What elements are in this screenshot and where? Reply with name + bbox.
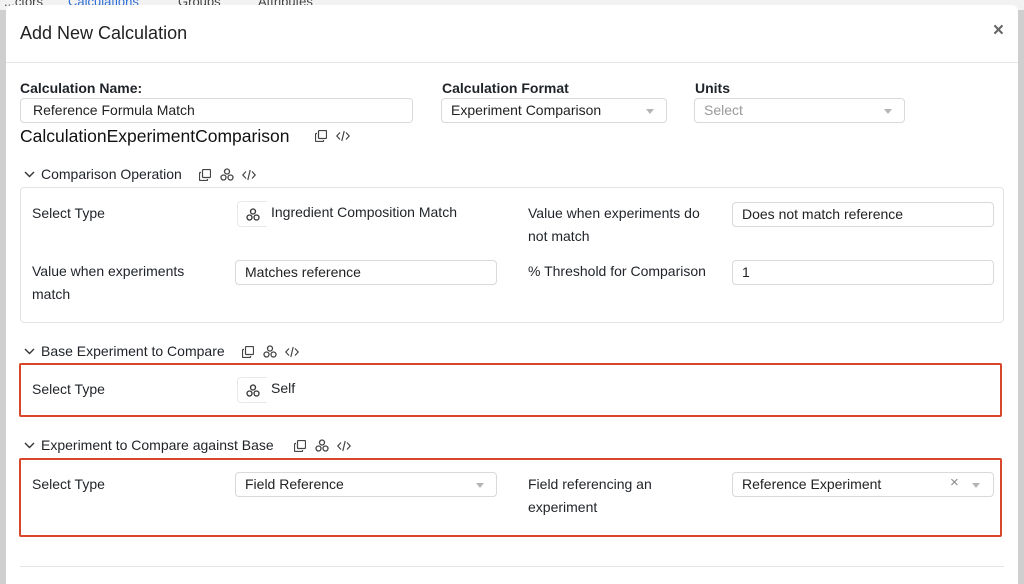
base-experiment-title: Base Experiment to Compare xyxy=(41,343,225,359)
chevron-down-icon xyxy=(24,348,35,355)
modal-title: Add New Calculation xyxy=(20,23,188,43)
tree-icon xyxy=(246,384,260,397)
base-experiment-panel xyxy=(19,363,1002,417)
type-icon-box[interactable] xyxy=(237,201,267,227)
calculation-format-label: Calculation Format xyxy=(442,80,569,96)
code-icon[interactable] xyxy=(336,130,350,144)
chevron-down-icon xyxy=(972,483,980,488)
no-match-label-line: not match xyxy=(528,228,590,244)
chevron-down-icon xyxy=(24,442,35,449)
calculation-format-value: Experiment Comparison xyxy=(451,102,602,118)
tree-icon[interactable] xyxy=(315,439,329,453)
compare-type-value: Field Reference xyxy=(245,476,344,492)
code-icon[interactable] xyxy=(337,440,351,454)
units-label: Units xyxy=(695,80,730,96)
field-reference-label-line: Field referencing an xyxy=(528,476,652,492)
calculation-name-input[interactable]: Reference Formula Match xyxy=(20,98,413,123)
chevron-down-icon xyxy=(646,109,654,114)
code-icon[interactable] xyxy=(285,346,299,360)
match-label-line: match xyxy=(32,286,71,302)
copy-icon[interactable] xyxy=(199,169,213,183)
units-placeholder: Select xyxy=(704,102,743,118)
copy-icon[interactable] xyxy=(242,346,256,360)
code-icon[interactable] xyxy=(242,169,256,183)
copy-icon[interactable] xyxy=(315,130,329,144)
chevron-down-icon xyxy=(476,483,484,488)
select-type-label: Select Type xyxy=(32,381,105,397)
field-reference-value: Reference Experiment xyxy=(742,476,882,492)
select-type-label: Select Type xyxy=(32,476,105,492)
match-value-input[interactable]: Matches reference xyxy=(235,260,497,285)
field-reference-label: Field referencing an experiment xyxy=(528,473,652,519)
copy-icon[interactable] xyxy=(294,440,308,454)
compare-against-title: Experiment to Compare against Base xyxy=(41,437,274,453)
no-match-label: Value when experiments do not match xyxy=(528,202,700,248)
compare-type-select[interactable]: Field Reference xyxy=(235,472,497,497)
match-label: Value when experiments match xyxy=(32,260,184,306)
no-match-label-line: Value when experiments do xyxy=(528,205,700,221)
calculation-type-title: CalculationExperimentComparison xyxy=(20,126,290,146)
threshold-input[interactable]: 1 xyxy=(732,260,994,285)
tree-icon xyxy=(246,208,260,221)
threshold-label: % Threshold for Comparison xyxy=(528,263,706,279)
tree-icon[interactable] xyxy=(263,345,277,359)
add-calculation-modal: Add New Calculation × Calculation Name: … xyxy=(6,5,1018,584)
calculation-name-label: Calculation Name: xyxy=(20,80,143,96)
select-type-value: Self xyxy=(271,380,296,396)
no-match-value-input[interactable]: Does not match reference xyxy=(732,202,994,227)
type-icon-box[interactable] xyxy=(237,377,267,403)
units-select[interactable]: Select xyxy=(694,98,905,123)
clear-icon[interactable]: × xyxy=(950,474,959,491)
calculation-format-select[interactable]: Experiment Comparison xyxy=(441,98,667,123)
chevron-down-icon xyxy=(884,109,892,114)
field-reference-label-line: experiment xyxy=(528,499,598,515)
close-button[interactable]: × xyxy=(993,21,1004,41)
chevron-down-icon xyxy=(24,171,35,178)
modal-header: Add New Calculation × xyxy=(6,5,1018,63)
select-type-label: Select Type xyxy=(32,205,105,221)
match-label-line: Value when experiments xyxy=(32,263,185,279)
divider xyxy=(20,566,1004,567)
select-type-value: Ingredient Composition Match xyxy=(271,204,457,220)
compare-against-panel xyxy=(19,458,1002,537)
tree-icon[interactable] xyxy=(220,168,234,182)
comparison-operation-title: Comparison Operation xyxy=(41,166,182,182)
